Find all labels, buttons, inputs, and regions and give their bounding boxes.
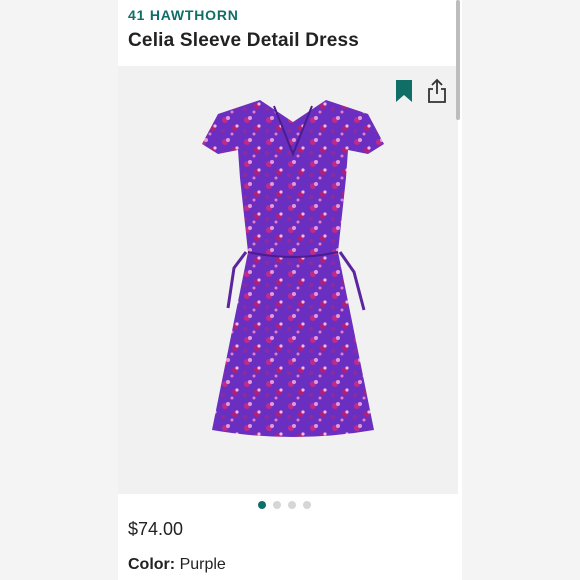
dress-product-image [202, 100, 384, 437]
gallery-dot-2[interactable] [273, 501, 281, 509]
gallery-dot-4[interactable] [303, 501, 311, 509]
gallery-dots [258, 501, 311, 511]
share-icon[interactable] [426, 78, 448, 104]
gallery-dot-3[interactable] [288, 501, 296, 509]
price: $74.00 [128, 519, 184, 539]
bookmark-icon[interactable] [396, 80, 412, 102]
color-label: Color: [128, 556, 176, 573]
product-card: 41 HAWTHORN Celia Sleeve Detail Dress $7… [118, 0, 462, 580]
color-value: Purple [179, 556, 226, 573]
scrollbar[interactable] [456, 0, 460, 120]
color-row: Color: Purple [128, 556, 226, 574]
gallery-dot-1[interactable] [258, 501, 266, 509]
product-title: Celia Sleeve Detail Dress [128, 30, 360, 51]
brand-name[interactable]: 41 HAWTHORN [128, 7, 239, 23]
